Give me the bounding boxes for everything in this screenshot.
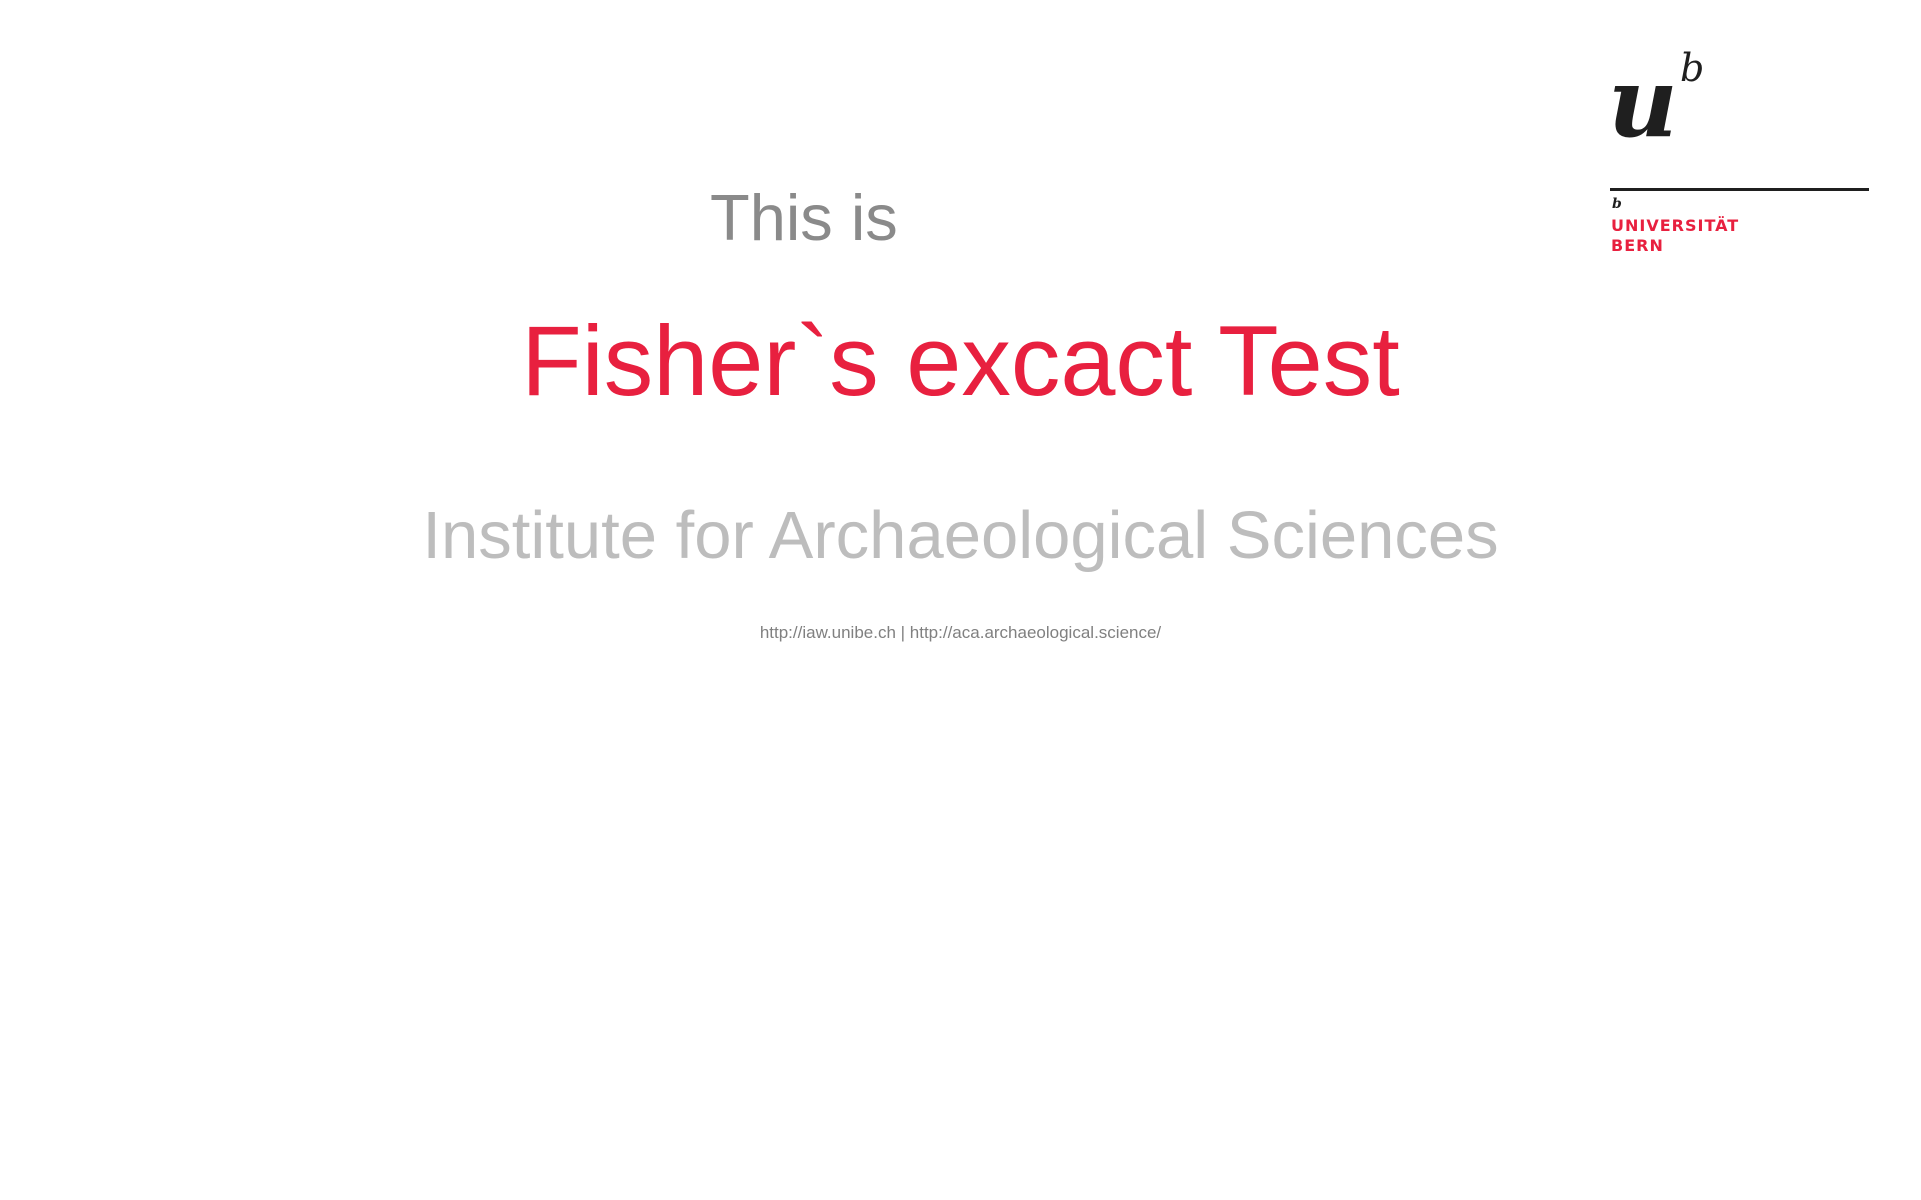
university-logo: u b b UNIVERSITÄT BERN [1608,48,1872,258]
logo-text-universitat: UNIVERSITÄT [1611,216,1740,235]
pre-title: This is [710,181,898,254]
logo-small-b: b [1612,196,1622,212]
logo-mark-icon: u b [1608,46,1718,159]
institute-links: http://iaw.unibe.ch | http://aca.archaeo… [759,623,1162,642]
slide-title: Fisher`s excact Test [521,305,1400,416]
institute-name: Institute for Archaeological Sciences [422,498,1499,573]
logo-divider [1610,188,1869,191]
logo-b-superscript: b [1680,46,1705,90]
title-slide: This is Fisher`s excact Test Institute f… [0,0,1921,1200]
logo-text-bern: BERN [1611,236,1664,255]
logo-u-letter: u [1608,46,1678,159]
